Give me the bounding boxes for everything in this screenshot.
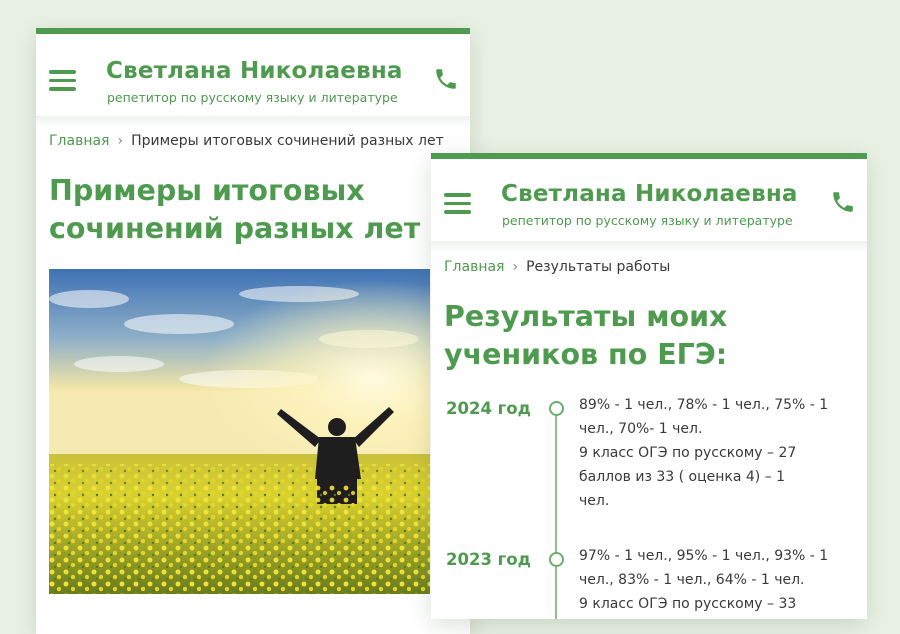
- page-title-line-1: Примеры итоговых: [49, 174, 365, 207]
- hamburger-menu-icon[interactable]: [49, 70, 76, 91]
- header-shadow: [36, 116, 470, 128]
- timeline-line-text: баллов из 33 ( оценка 4) – 1: [579, 469, 786, 485]
- page-title: Примеры итоговых сочинений разных лет: [49, 172, 420, 248]
- hamburger-menu-icon[interactable]: [444, 193, 471, 214]
- page-title-line-2: сочинений разных лет: [49, 212, 421, 245]
- timeline-line-text: чел., 83% - 1 чел., 64% - 1 чел.: [579, 572, 805, 588]
- breadcrumb-separator: ›: [117, 133, 124, 149]
- phone-icon[interactable]: [433, 66, 459, 92]
- timeline-line-text: чел., 70%- 1 чел.: [579, 421, 703, 437]
- breadcrumb-current: Результаты работы: [526, 259, 671, 275]
- timeline-line-text: 9 класс ОГЭ по русскому – 33: [579, 596, 797, 612]
- breadcrumb-home-link[interactable]: Главная: [49, 133, 109, 149]
- header-shadow: [431, 241, 867, 253]
- hero-photo: [49, 269, 430, 594]
- phone-icon[interactable]: [830, 189, 856, 215]
- timeline-entry-text: 97% - 1 чел., 95% - 1 чел., 93% - 1 чел.…: [579, 544, 839, 616]
- timeline-line-text: чел.: [579, 493, 610, 509]
- page-card-essays: Светлана Николаевна репетитор по русском…: [36, 28, 470, 634]
- page-card-results: Светлана Николаевна репетитор по русском…: [431, 153, 867, 619]
- timeline-line-text: 89% - 1 чел., 78% - 1 чел., 75% - 1: [579, 397, 829, 413]
- breadcrumb-current: Примеры итоговых сочинений разных лет: [131, 133, 444, 149]
- site-subtitle: репетитор по русскому языку и литературе: [502, 213, 793, 228]
- breadcrumb-separator: ›: [512, 259, 519, 275]
- timeline-line-text: 9 класс ОГЭ по русскому – 27: [579, 445, 797, 461]
- timeline-entry-text: 89% - 1 чел., 78% - 1 чел., 75% - 1 чел.…: [579, 393, 839, 513]
- page-title: Результаты моих учеников по ЕГЭ:: [444, 298, 727, 374]
- field-photo-illustration: [49, 269, 430, 594]
- breadcrumb: Главная › Примеры итоговых сочинений разны…: [49, 133, 444, 149]
- timeline-year: 2023 год: [446, 550, 531, 569]
- breadcrumb: Главная › Результаты работы: [444, 259, 670, 275]
- site-header: Светлана Николаевна репетитор по русском…: [431, 159, 867, 241]
- site-title[interactable]: Светлана Николаевна: [106, 58, 403, 84]
- timeline-year: 2024 год: [446, 399, 531, 418]
- timeline-line-text: 97% - 1 чел., 95% - 1 чел., 93% - 1: [579, 548, 829, 564]
- site-subtitle: репетитор по русскому языку и литературе: [107, 90, 398, 105]
- breadcrumb-home-link[interactable]: Главная: [444, 259, 504, 275]
- site-header: Светлана Николаевна репетитор по русском…: [36, 34, 470, 116]
- timeline-dot: [549, 552, 564, 567]
- site-title[interactable]: Светлана Николаевна: [501, 181, 798, 207]
- page-title-line-1: Результаты моих: [444, 300, 728, 333]
- page-title-line-2: учеников по ЕГЭ:: [444, 338, 728, 371]
- timeline-dot: [549, 401, 564, 416]
- timeline-line: [555, 402, 557, 619]
